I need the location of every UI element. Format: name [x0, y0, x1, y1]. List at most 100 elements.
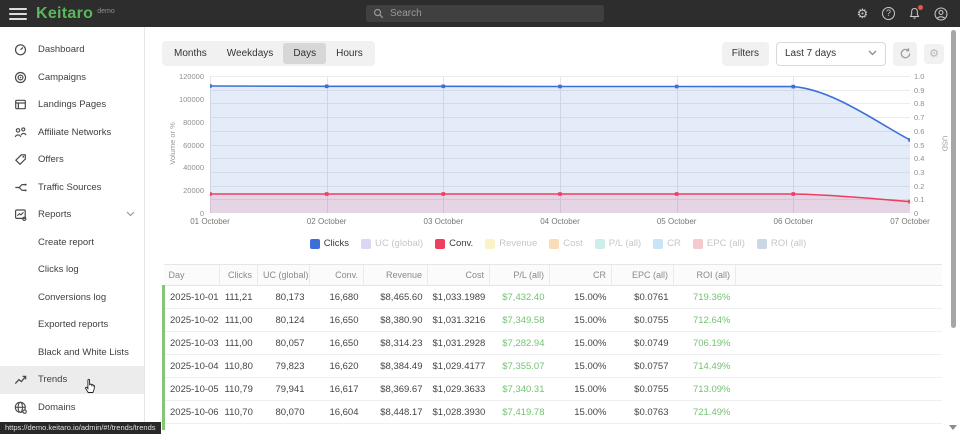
- cell-uc-global: 80,124: [258, 309, 310, 332]
- sidebar-item-campaigns[interactable]: Campaigns: [0, 64, 144, 92]
- sidebar-item-exported-reports[interactable]: Exported reports: [0, 311, 144, 339]
- legend-label: Cost: [563, 238, 583, 249]
- cell-revenue: $8,369.67: [364, 378, 428, 401]
- landings-icon: [14, 98, 27, 111]
- sidebar-item-landings-pages[interactable]: Landings Pages: [0, 91, 144, 119]
- tab-weekdays[interactable]: Weekdays: [217, 43, 284, 64]
- legend-swatch: [435, 239, 445, 249]
- refresh-button[interactable]: [893, 42, 917, 66]
- legend-item-cost[interactable]: Cost: [549, 238, 583, 249]
- left-axis-tick: 40000: [162, 163, 204, 172]
- cell-cr: 15.00%: [550, 286, 612, 309]
- legend-item-uc-global[interactable]: UC (global): [361, 238, 423, 249]
- sidebar-item-dashboard[interactable]: Dashboard: [0, 36, 144, 64]
- legend-item-clicks[interactable]: Clicks: [310, 238, 349, 249]
- tab-hours[interactable]: Hours: [326, 43, 373, 64]
- column-header-cost[interactable]: Cost: [428, 265, 490, 286]
- tab-days[interactable]: Days: [283, 43, 326, 64]
- campaigns-icon: [14, 71, 27, 84]
- sidebar-item-clicks-log[interactable]: Clicks log: [0, 256, 144, 284]
- column-header-clicks[interactable]: Clicks: [220, 265, 258, 286]
- sidebar-item-black-and-white-lists[interactable]: Black and White Lists: [0, 339, 144, 367]
- column-header-roi-all[interactable]: ROI (all): [674, 265, 736, 286]
- cell-day: 2025-10-06: [164, 401, 220, 424]
- affiliate-icon: [14, 126, 27, 139]
- sidebar-item-affiliate-networks[interactable]: Affiliate Networks: [0, 119, 144, 147]
- cell-day: 2025-10-02: [164, 309, 220, 332]
- sidebar-item-traffic-sources[interactable]: Traffic Sources: [0, 174, 144, 202]
- table-row: 2025-10-07111,4680,11316,471$8,399.14$1,…: [164, 424, 943, 431]
- legend-item-conv[interactable]: Conv.: [435, 238, 473, 249]
- right-axis-tick: 0.2: [914, 182, 940, 191]
- cell-conv: 16,620: [310, 355, 364, 378]
- cell-cr: 15.00%: [550, 401, 612, 424]
- left-axis-tick: 120000: [162, 72, 204, 81]
- sidebar: DashboardCampaignsLandings PagesAffiliat…: [0, 27, 145, 434]
- main-content: MonthsWeekdaysDaysHours Filters Last 7 d…: [146, 27, 960, 434]
- x-axis-label: 02 October: [287, 217, 367, 226]
- date-range-select[interactable]: Last 7 days: [776, 42, 886, 66]
- cell-epc-all: $0.0761: [612, 286, 674, 309]
- legend-label: CR: [667, 238, 681, 249]
- sidebar-item-trends[interactable]: Trends: [0, 366, 144, 394]
- period-tabs: MonthsWeekdaysDaysHours: [162, 41, 375, 66]
- legend-item-p-l-all[interactable]: P/L (all): [595, 238, 641, 249]
- trends-table-wrap: DayClicksUC (global)Conv.RevenueCostP/L …: [162, 264, 942, 430]
- cell-uc-global: 79,823: [258, 355, 310, 378]
- cell-clicks: 111,00: [220, 309, 258, 332]
- column-header-day[interactable]: Day: [164, 265, 220, 286]
- cell-filler: [736, 332, 943, 355]
- sidebar-item-conversions-log[interactable]: Conversions log: [0, 284, 144, 312]
- cell-cost: $1,031.3216: [428, 309, 490, 332]
- cell-conv: 16,471: [310, 424, 364, 431]
- right-axis-tick: 0.4: [914, 154, 940, 163]
- account-icon[interactable]: [933, 6, 948, 21]
- sidebar-item-domains[interactable]: Domains: [0, 394, 144, 422]
- hamburger-menu-icon[interactable]: [9, 8, 27, 20]
- legend-label: ROI (all): [771, 238, 806, 249]
- legend-label: Clicks: [324, 238, 349, 249]
- chart-settings-button[interactable]: ⚙: [924, 44, 944, 64]
- filters-button[interactable]: Filters: [722, 42, 769, 66]
- notifications-bell-icon[interactable]: [907, 6, 922, 21]
- cell-clicks: 111,46: [220, 424, 258, 431]
- legend-item-epc-all[interactable]: EPC (all): [693, 238, 745, 249]
- table-row: 2025-10-04110,8079,82316,620$8,384.49$1,…: [164, 355, 943, 378]
- legend-item-roi-all[interactable]: ROI (all): [757, 238, 806, 249]
- cell-epc-all: $0.0757: [612, 355, 674, 378]
- sidebar-item-reports[interactable]: Reports: [0, 201, 144, 229]
- column-header-epc-all[interactable]: EPC (all): [612, 265, 674, 286]
- column-header-uc-global[interactable]: UC (global): [258, 265, 310, 286]
- legend-item-revenue[interactable]: Revenue: [485, 238, 537, 249]
- trends-icon: [14, 373, 27, 386]
- search-box[interactable]: [366, 5, 604, 22]
- search-input[interactable]: [390, 8, 590, 19]
- settings-icon[interactable]: ⚙: [855, 6, 870, 21]
- x-axis-label: 03 October: [403, 217, 483, 226]
- scrollbar-down-arrow[interactable]: [949, 425, 957, 430]
- cell-epc-all: $0.0763: [612, 401, 674, 424]
- sidebar-item-create-report[interactable]: Create report: [0, 229, 144, 257]
- x-axis-label: 06 October: [753, 217, 833, 226]
- column-header-conv[interactable]: Conv.: [310, 265, 364, 286]
- help-icon[interactable]: ?: [881, 6, 896, 21]
- tab-months[interactable]: Months: [164, 43, 217, 64]
- cell-cr: 15.00%: [550, 332, 612, 355]
- column-header-revenue[interactable]: Revenue: [364, 265, 428, 286]
- right-axis-title: USD: [941, 124, 950, 164]
- sidebar-item-label: Reports: [38, 209, 71, 220]
- right-axis-tick: 0.3: [914, 168, 940, 177]
- cell-filler: [736, 424, 943, 431]
- cell-roi-all: 712.64%: [674, 309, 736, 332]
- column-header-p-l-all[interactable]: P/L (all): [490, 265, 550, 286]
- legend-swatch: [310, 239, 320, 249]
- cell-day: 2025-10-03: [164, 332, 220, 355]
- legend-item-cr[interactable]: CR: [653, 238, 681, 249]
- vertical-scrollbar-thumb[interactable]: [951, 30, 956, 328]
- table-row: 2025-10-05110,7979,94116,617$8,369.67$1,…: [164, 378, 943, 401]
- cell-revenue: $8,399.14: [364, 424, 428, 431]
- cell-epc-all: $0.0755: [612, 378, 674, 401]
- sidebar-item-offers[interactable]: Offers: [0, 146, 144, 174]
- keitaro-logo[interactable]: Keitaro: [36, 5, 93, 23]
- column-header-cr[interactable]: CR: [550, 265, 612, 286]
